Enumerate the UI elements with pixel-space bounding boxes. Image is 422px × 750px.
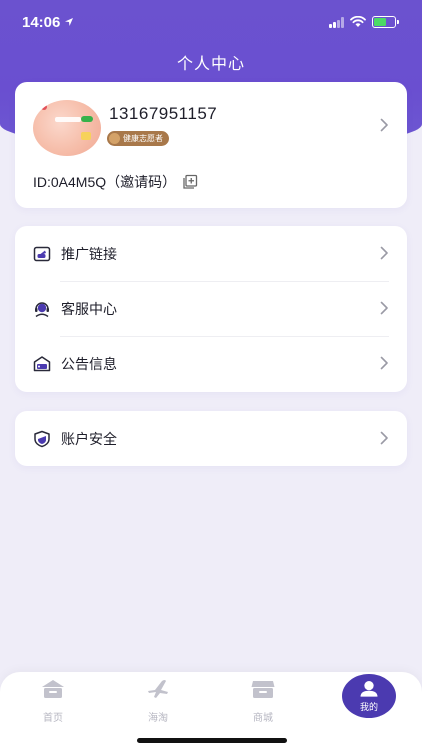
menu-item-customer-service[interactable]: 客服中心 (15, 281, 407, 336)
menu-card: 推广链接 客服中心 公告信息 (15, 226, 407, 392)
location-arrow-icon (65, 18, 74, 26)
tab-overseas[interactable]: 海淘 (123, 678, 193, 724)
chevron-right-icon[interactable] (380, 118, 389, 132)
profile-phone: 13167951157 (109, 104, 218, 123)
badge-medal-icon (109, 133, 120, 144)
announcement-icon (33, 355, 51, 373)
profile-card[interactable]: 13167951157 健康志愿者 ID:0A4M5Q（邀请码） (15, 82, 407, 208)
tab-label: 我的 (359, 703, 378, 713)
tab-store[interactable]: 商城 (228, 678, 298, 724)
chevron-right-icon (380, 246, 388, 260)
cellular-signal-icon (329, 16, 344, 28)
status-icons (329, 16, 399, 28)
tab-label: 首页 (43, 713, 63, 724)
user-icon (360, 680, 378, 697)
menu-item-promo-link[interactable]: 推广链接 (15, 226, 407, 281)
shield-icon (33, 430, 51, 448)
status-time: 14:06 (22, 14, 74, 31)
chevron-right-icon (380, 356, 388, 370)
invite-code-text: ID:0A4M5Q（邀请码） (33, 174, 177, 190)
copy-icon[interactable] (182, 174, 198, 190)
badge-label: 健康志愿者 (123, 134, 163, 143)
home-indicator (137, 738, 287, 743)
invite-code-row: ID:0A4M5Q（邀请码） (33, 172, 198, 192)
menu-item-account-security[interactable]: 账户安全 (15, 411, 407, 466)
status-bar: 14:06 (0, 0, 422, 44)
avatar[interactable] (33, 100, 101, 156)
menu-item-label: 账户安全 (61, 431, 117, 448)
home-icon (42, 680, 64, 698)
menu-item-label: 推广链接 (61, 246, 117, 263)
plane-icon (148, 680, 168, 698)
share-card-icon (33, 245, 51, 263)
tab-profile[interactable]: 我的 (334, 674, 404, 718)
wifi-icon (350, 16, 366, 27)
security-card: 账户安全 (15, 411, 407, 466)
chevron-right-icon (380, 431, 388, 445)
volunteer-badge: 健康志愿者 (107, 131, 169, 146)
menu-item-announcements[interactable]: 公告信息 (15, 336, 407, 391)
tab-label: 商城 (253, 713, 273, 724)
time-text: 14:06 (22, 13, 61, 31)
store-icon (251, 681, 275, 698)
menu-item-label: 客服中心 (61, 301, 117, 318)
active-tab-indicator: 我的 (342, 674, 396, 718)
headset-icon (33, 300, 51, 318)
tab-label: 海淘 (148, 713, 168, 724)
tab-home[interactable]: 首页 (18, 678, 88, 724)
page-title: 个人中心 (176, 54, 245, 73)
battery-icon (372, 16, 399, 28)
chevron-right-icon (380, 301, 388, 315)
menu-item-label: 公告信息 (61, 356, 117, 373)
